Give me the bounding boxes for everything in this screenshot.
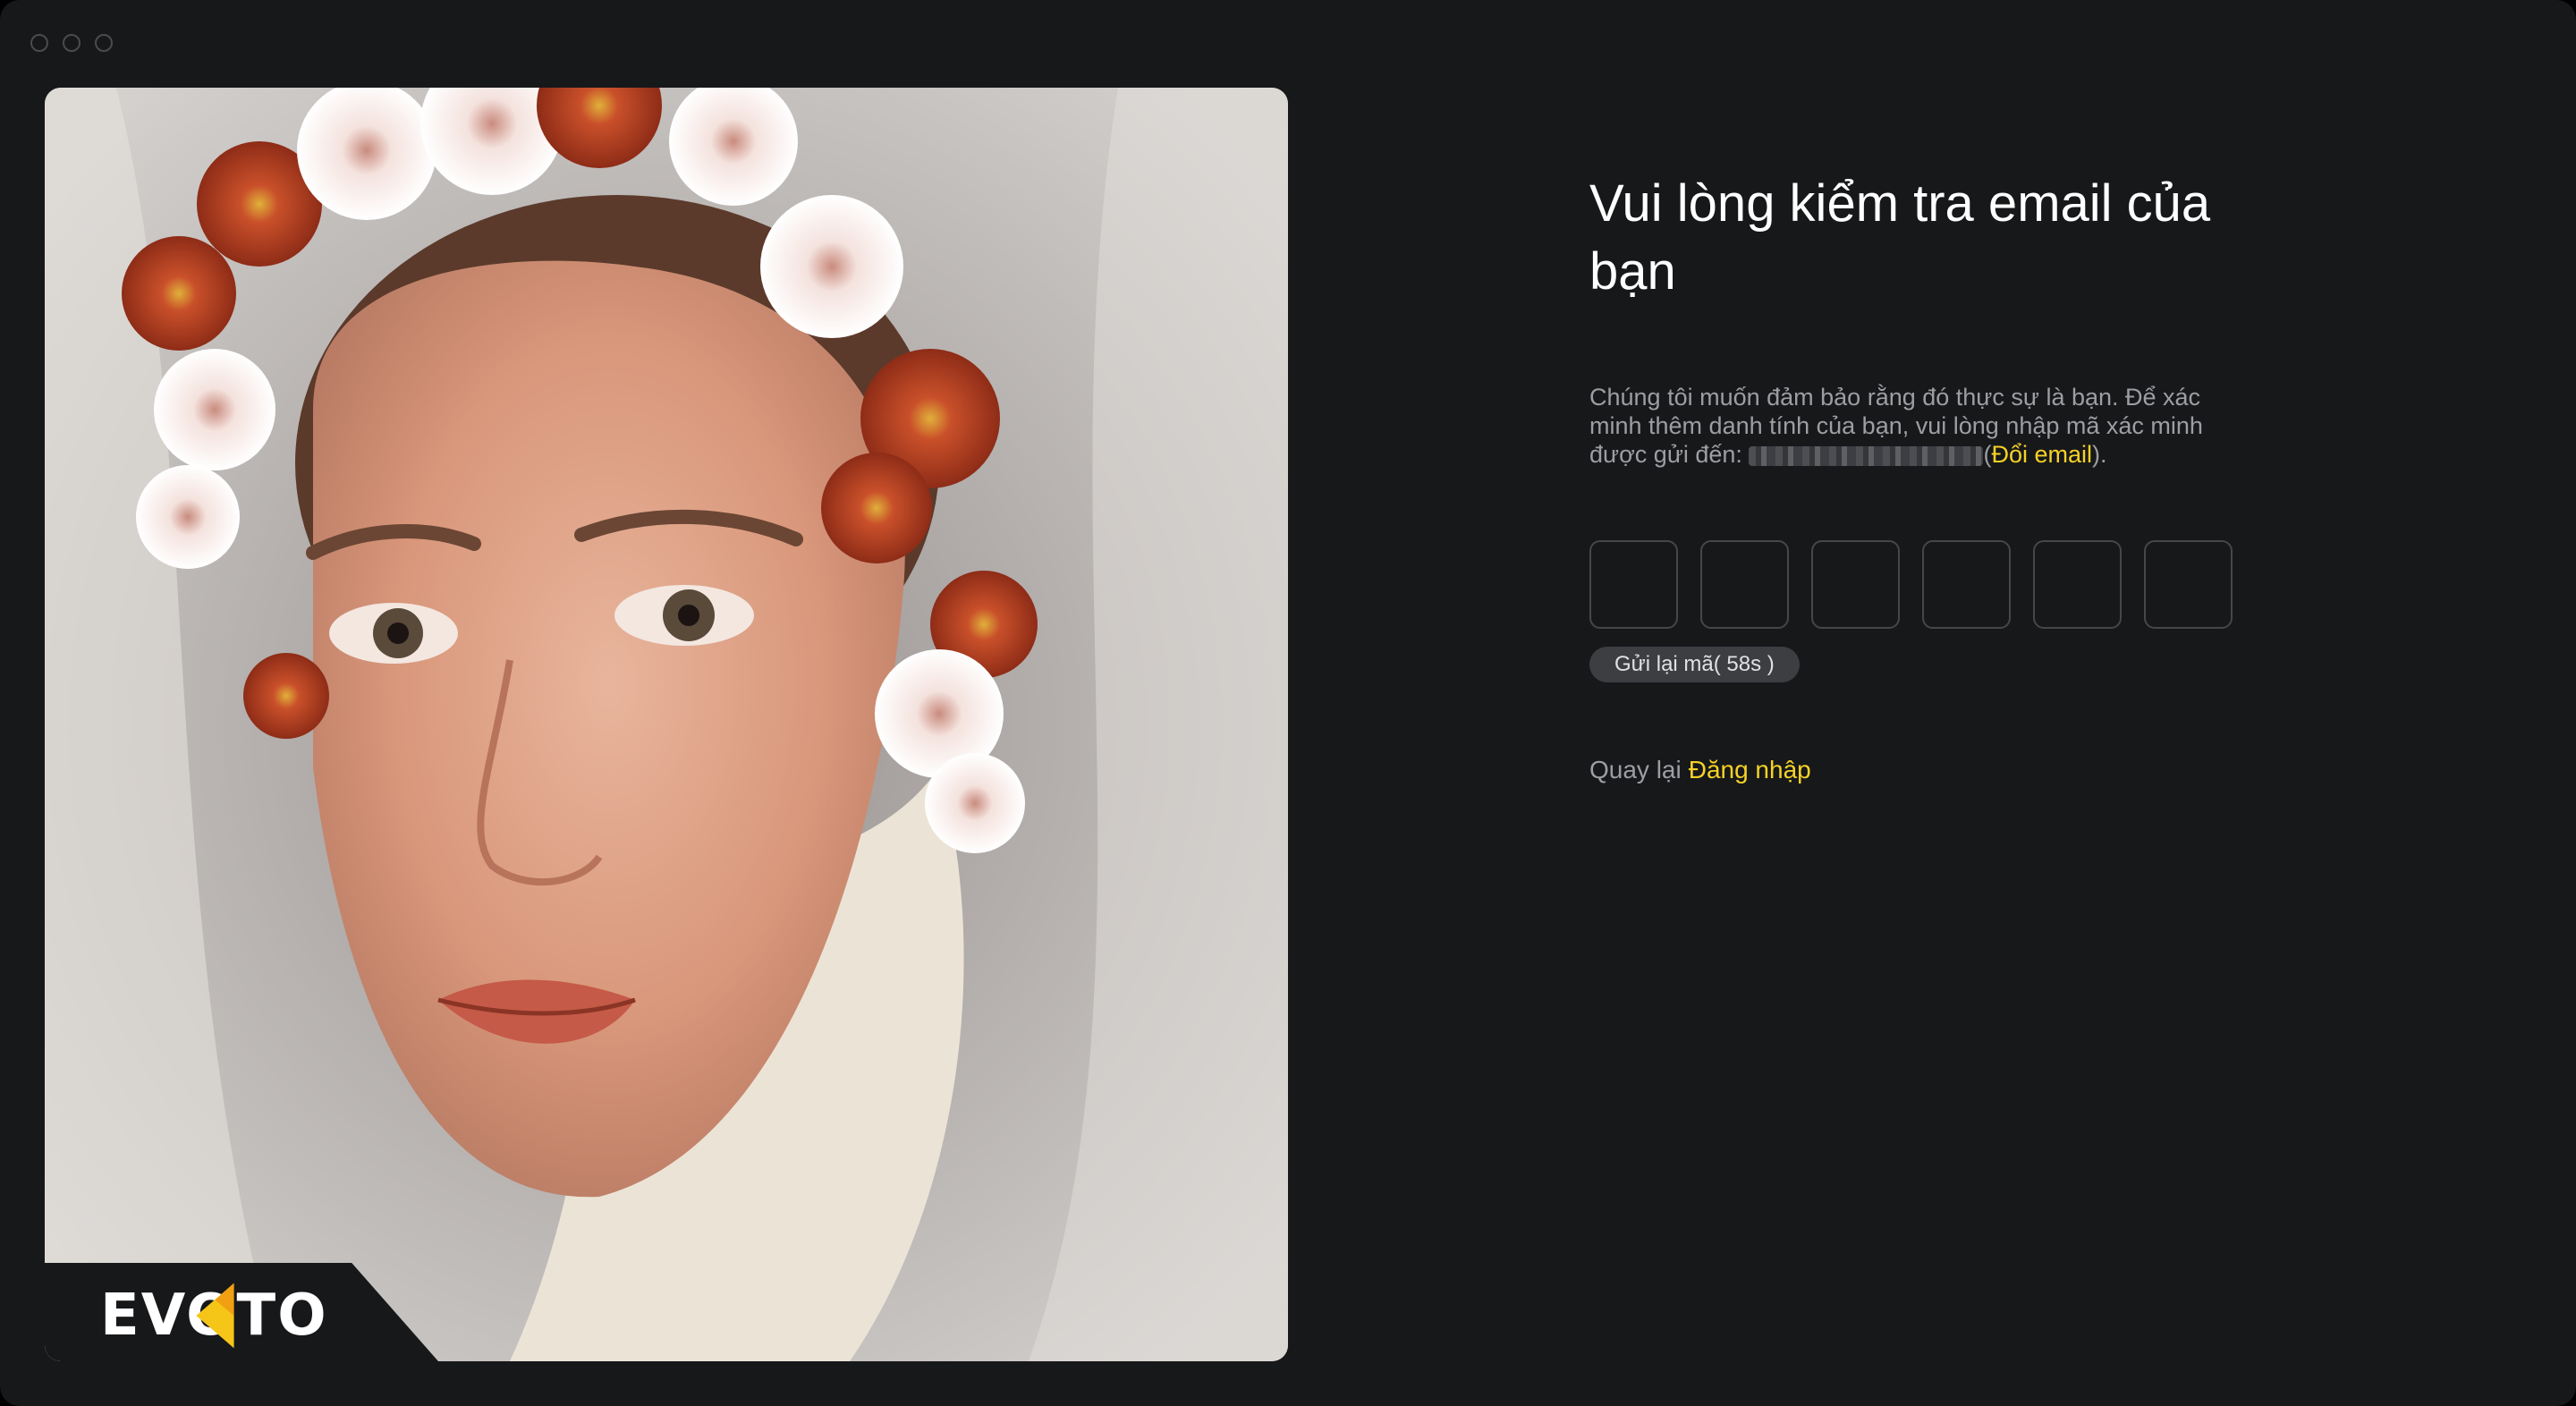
code-digit-input[interactable] [2144,540,2233,629]
code-digit-input[interactable] [1811,540,1900,629]
page-title: Vui lòng kiểm tra email của bạn [1589,174,2211,301]
back-to-login: Quay lại Đăng nhập [1589,756,2233,784]
masked-email [1749,445,1984,466]
evoto-logo-icon [196,1283,234,1349]
app-window: EVOTO Vui lòng kiểm tra email của bạn Ch… [0,0,2576,1406]
code-digit-input[interactable] [1700,540,1789,629]
description-suffix: ). [2092,441,2107,468]
code-digit-input[interactable] [2033,540,2122,629]
back-text: Quay lại [1589,756,1682,783]
maximize-window-button[interactable] [95,34,113,52]
resend-code-button[interactable]: Gửi lại mã( 58s ) [1589,647,1800,682]
change-email-link[interactable]: Đổi email [1991,441,2092,468]
verification-code-inputs [1589,540,2233,629]
close-window-button[interactable] [30,34,48,52]
code-digit-input[interactable] [1922,540,2011,629]
portrait-illustration [45,88,1288,1361]
window-controls [30,34,113,52]
code-digit-input[interactable] [1589,540,1678,629]
login-link[interactable]: Đăng nhập [1689,756,1811,783]
verify-email-form: Vui lòng kiểm tra email của bạn Chúng tô… [1589,170,2233,784]
evoto-logo: EVOTO [100,1279,328,1352]
hero-image: EVOTO [45,88,1288,1361]
verification-description: Chúng tôi muốn đảm bảo rằng đó thực sự l… [1589,383,2216,469]
minimize-window-button[interactable] [63,34,80,52]
